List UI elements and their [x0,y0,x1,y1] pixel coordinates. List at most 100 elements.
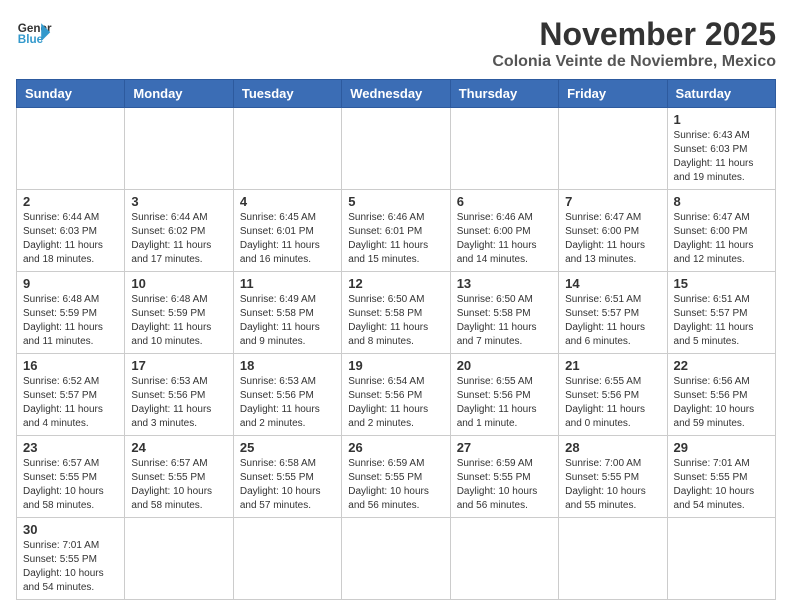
day-info: Sunrise: 6:57 AM Sunset: 5:55 PM Dayligh… [131,457,226,513]
day-cell: 19 Sunrise: 6:54 AM Sunset: 5:56 PM Dayli… [342,354,450,436]
day-number: 2 [23,194,118,209]
day-number: 29 [674,440,769,455]
day-info: Sunrise: 6:59 AM Sunset: 5:55 PM Dayligh… [348,457,443,513]
day-number: 17 [131,358,226,373]
day-header-wednesday: Wednesday [342,80,450,108]
day-number: 16 [23,358,118,373]
day-info: Sunrise: 6:54 AM Sunset: 5:56 PM Dayligh… [348,375,443,431]
day-cell [559,518,667,600]
day-cell [125,518,233,600]
location-title: Colonia Veinte de Noviembre, Mexico [492,53,776,71]
day-cell: 12 Sunrise: 6:50 AM Sunset: 5:58 PM Dayli… [342,272,450,354]
day-info: Sunrise: 6:49 AM Sunset: 5:58 PM Dayligh… [240,293,335,349]
day-number: 11 [240,276,335,291]
day-number: 10 [131,276,226,291]
day-cell: 14 Sunrise: 6:51 AM Sunset: 5:57 PM Dayli… [559,272,667,354]
day-number: 14 [565,276,660,291]
day-number: 27 [457,440,552,455]
day-number: 20 [457,358,552,373]
day-info: Sunrise: 6:46 AM Sunset: 6:01 PM Dayligh… [348,211,443,267]
day-number: 7 [565,194,660,209]
day-cell: 5 Sunrise: 6:46 AM Sunset: 6:01 PM Daylig… [342,190,450,272]
day-info: Sunrise: 6:59 AM Sunset: 5:55 PM Dayligh… [457,457,552,513]
calendar-table: SundayMondayTuesdayWednesdayThursdayFrid… [16,79,776,600]
day-info: Sunrise: 6:51 AM Sunset: 5:57 PM Dayligh… [674,293,769,349]
day-info: Sunrise: 6:58 AM Sunset: 5:55 PM Dayligh… [240,457,335,513]
day-info: Sunrise: 6:55 AM Sunset: 5:56 PM Dayligh… [565,375,660,431]
day-info: Sunrise: 6:47 AM Sunset: 6:00 PM Dayligh… [565,211,660,267]
svg-text:Blue: Blue [18,33,44,46]
day-info: Sunrise: 6:57 AM Sunset: 5:55 PM Dayligh… [23,457,118,513]
day-cell [450,108,558,190]
day-header-thursday: Thursday [450,80,558,108]
day-cell: 27 Sunrise: 6:59 AM Sunset: 5:55 PM Dayli… [450,436,558,518]
day-cell: 3Sunrise: 6:44 AM Sunset: 6:02 PM Daylig… [125,190,233,272]
day-info: Sunrise: 6:43 AM Sunset: 6:03 PM Dayligh… [674,129,769,185]
day-info: Sunrise: 6:50 AM Sunset: 5:58 PM Dayligh… [348,293,443,349]
day-number: 4 [240,194,335,209]
logo: General Blue [16,16,52,52]
day-number: 19 [348,358,443,373]
day-info: Sunrise: 7:01 AM Sunset: 5:55 PM Dayligh… [23,539,118,595]
day-number: 5 [348,194,443,209]
day-cell: 30 Sunrise: 7:01 AM Sunset: 5:55 PM Dayli… [17,518,125,600]
day-cell: 7 Sunrise: 6:47 AM Sunset: 6:00 PM Daylig… [559,190,667,272]
day-cell: 23 Sunrise: 6:57 AM Sunset: 5:55 PM Dayli… [17,436,125,518]
day-cell: 2Sunrise: 6:44 AM Sunset: 6:03 PM Daylig… [17,190,125,272]
day-cell: 24 Sunrise: 6:57 AM Sunset: 5:55 PM Dayli… [125,436,233,518]
day-cell: 21 Sunrise: 6:55 AM Sunset: 5:56 PM Dayli… [559,354,667,436]
day-cell [667,518,775,600]
month-title: November 2025 [492,16,776,53]
day-number: 8 [674,194,769,209]
day-number: 1 [674,112,769,127]
day-number: 18 [240,358,335,373]
day-cell: 15 Sunrise: 6:51 AM Sunset: 5:57 PM Dayli… [667,272,775,354]
day-number: 21 [565,358,660,373]
week-row-5: 23 Sunrise: 6:57 AM Sunset: 5:55 PM Dayli… [17,436,776,518]
day-number: 30 [23,522,118,537]
day-info: Sunrise: 6:51 AM Sunset: 5:57 PM Dayligh… [565,293,660,349]
day-cell: 28 Sunrise: 7:00 AM Sunset: 5:55 PM Dayli… [559,436,667,518]
day-info: Sunrise: 6:55 AM Sunset: 5:56 PM Dayligh… [457,375,552,431]
day-cell [559,108,667,190]
day-number: 28 [565,440,660,455]
day-number: 15 [674,276,769,291]
title-area: November 2025 Colonia Veinte de Noviembr… [492,16,776,71]
day-number: 22 [674,358,769,373]
day-number: 25 [240,440,335,455]
day-info: Sunrise: 6:47 AM Sunset: 6:00 PM Dayligh… [674,211,769,267]
day-cell: 26 Sunrise: 6:59 AM Sunset: 5:55 PM Dayli… [342,436,450,518]
day-number: 12 [348,276,443,291]
week-row-2: 2Sunrise: 6:44 AM Sunset: 6:03 PM Daylig… [17,190,776,272]
day-info: Sunrise: 6:53 AM Sunset: 5:56 PM Dayligh… [240,375,335,431]
day-info: Sunrise: 6:50 AM Sunset: 5:58 PM Dayligh… [457,293,552,349]
day-cell: 11 Sunrise: 6:49 AM Sunset: 5:58 PM Dayli… [233,272,341,354]
day-cell: 17Sunrise: 6:53 AM Sunset: 5:56 PM Dayli… [125,354,233,436]
week-row-3: 9Sunrise: 6:48 AM Sunset: 5:59 PM Daylig… [17,272,776,354]
day-number: 23 [23,440,118,455]
day-number: 6 [457,194,552,209]
calendar-header: General Blue November 2025 Colonia Veint… [16,16,776,71]
day-header-tuesday: Tuesday [233,80,341,108]
day-cell [342,518,450,600]
day-number: 13 [457,276,552,291]
day-cell: 20 Sunrise: 6:55 AM Sunset: 5:56 PM Dayli… [450,354,558,436]
day-cell [233,518,341,600]
day-info: Sunrise: 6:52 AM Sunset: 5:57 PM Dayligh… [23,375,118,431]
day-cell [17,108,125,190]
logo-icon: General Blue [16,16,52,52]
day-info: Sunrise: 7:00 AM Sunset: 5:55 PM Dayligh… [565,457,660,513]
day-number: 26 [348,440,443,455]
day-cell: 16 Sunrise: 6:52 AM Sunset: 5:57 PM Dayli… [17,354,125,436]
day-number: 24 [131,440,226,455]
week-row-6: 30 Sunrise: 7:01 AM Sunset: 5:55 PM Dayli… [17,518,776,600]
day-cell [233,108,341,190]
day-cell: 10Sunrise: 6:48 AM Sunset: 5:59 PM Dayli… [125,272,233,354]
day-info: Sunrise: 6:44 AM Sunset: 6:02 PM Dayligh… [131,211,226,267]
day-cell: 6Sunrise: 6:46 AM Sunset: 6:00 PM Daylig… [450,190,558,272]
day-cell [125,108,233,190]
day-info: Sunrise: 6:48 AM Sunset: 5:59 PM Dayligh… [23,293,118,349]
day-info: Sunrise: 6:56 AM Sunset: 5:56 PM Dayligh… [674,375,769,431]
day-header-saturday: Saturday [667,80,775,108]
day-cell: 8 Sunrise: 6:47 AM Sunset: 6:00 PM Daylig… [667,190,775,272]
